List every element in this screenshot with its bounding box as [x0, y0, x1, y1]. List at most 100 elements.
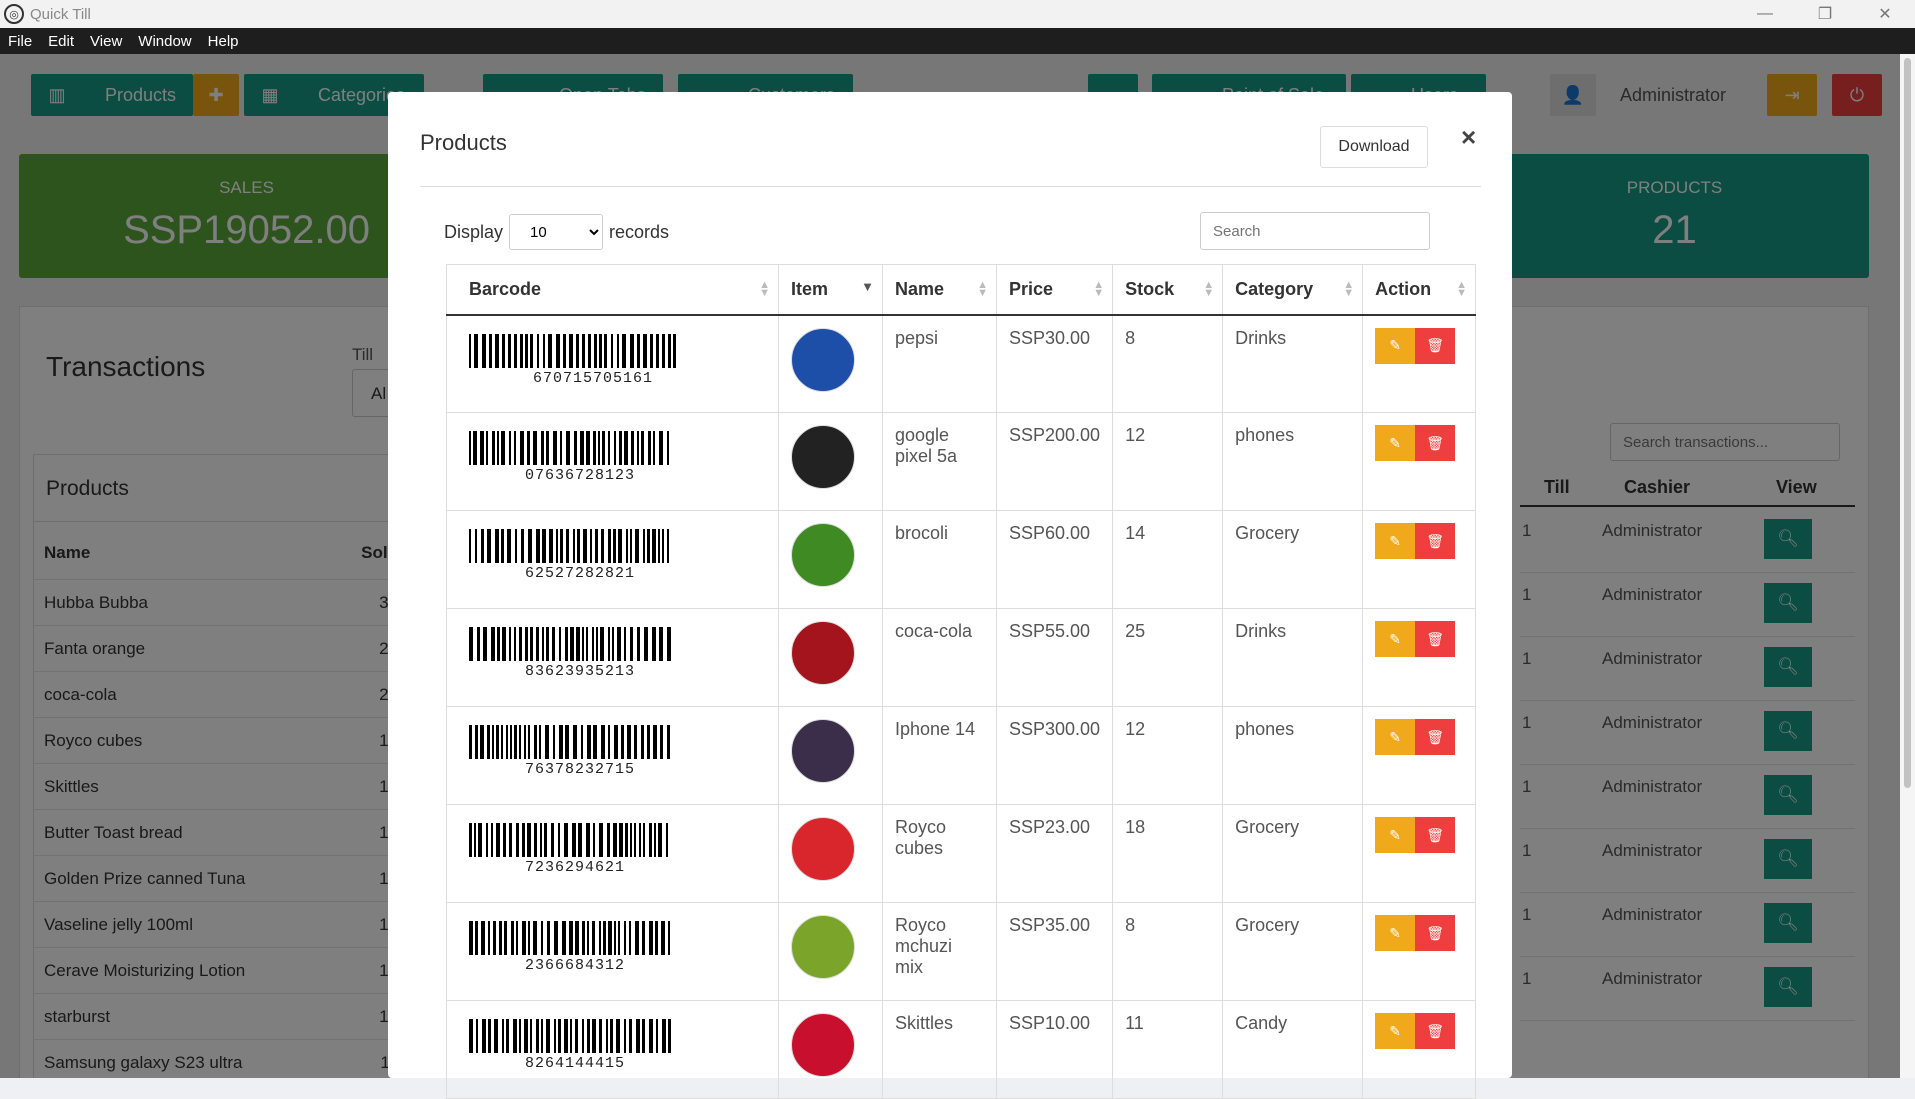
edit-button[interactable]: ✎ — [1375, 1013, 1416, 1049]
barcode-cell: 76378232715 — [446, 706, 779, 805]
table-row: 670715705161 pepsi SSP30.00 8 Drinks ✎ 🗑 — [446, 314, 1476, 413]
item-cell — [778, 314, 883, 413]
category-cell: Drinks — [1222, 314, 1364, 413]
edit-icon: ✎ — [1389, 1022, 1401, 1039]
menu-edit[interactable]: Edit — [40, 33, 82, 50]
maximize-button[interactable]: ❐ — [1795, 0, 1855, 28]
stock-cell: 11 — [1112, 1000, 1224, 1099]
trash-icon: 🗑 — [1426, 532, 1444, 549]
th-barcode[interactable]: Barcode ▲ ▼ — [446, 264, 779, 316]
records-label: records — [609, 221, 670, 242]
edit-button[interactable]: ✎ — [1375, 719, 1416, 755]
edit-button[interactable]: ✎ — [1375, 915, 1416, 951]
name-cell: pepsi — [882, 314, 997, 413]
delete-button[interactable]: 🗑 — [1415, 915, 1456, 951]
delete-button[interactable]: 🗑 — [1415, 1013, 1456, 1049]
menu-view[interactable]: View — [82, 33, 130, 50]
barcode-number: 2366684312 — [525, 957, 626, 974]
delete-button[interactable]: 🗑 — [1415, 523, 1456, 559]
item-cell — [778, 804, 883, 903]
barcode-cell: 62527282821 — [446, 510, 779, 609]
barcode-image — [469, 333, 756, 368]
search-input[interactable] — [1200, 212, 1430, 250]
delete-button[interactable]: 🗑 — [1415, 327, 1456, 364]
table-row: 2366684312 Royco mchuzi mix SSP35.00 8 G… — [446, 902, 1476, 1001]
th-price[interactable]: Price ▲ ▼ — [995, 264, 1114, 316]
products-modal: Products Download × Display 10 records B… — [388, 92, 1512, 1099]
th-category[interactable]: Category ▲ ▼ — [1222, 264, 1364, 316]
th-stock[interactable]: Stock ▲ ▼ — [1112, 264, 1224, 316]
window-scrollbar[interactable] — [1900, 54, 1915, 1078]
menu-window[interactable]: Window — [130, 33, 199, 50]
edit-button[interactable]: ✎ — [1375, 817, 1416, 853]
title-bar: ◎ Quick Till — ❐ ✕ — [0, 0, 1915, 28]
stock-cell: 12 — [1112, 706, 1224, 805]
delete-button[interactable]: 🗑 — [1415, 621, 1456, 657]
modal-divider — [420, 186, 1481, 187]
menu-file[interactable]: File — [0, 33, 40, 50]
display-records: Display 10 records — [444, 214, 669, 250]
product-image — [791, 719, 855, 783]
close-icon[interactable]: × — [1461, 122, 1476, 153]
edit-button[interactable]: ✎ — [1375, 425, 1416, 461]
product-image — [791, 621, 855, 685]
download-button[interactable]: Download — [1320, 126, 1428, 168]
barcode-image — [469, 823, 756, 857]
delete-button[interactable]: 🗑 — [1415, 719, 1456, 755]
delete-button[interactable]: 🗑 — [1415, 425, 1456, 461]
name-cell: Skittles — [882, 1000, 997, 1099]
product-image — [791, 327, 855, 392]
price-cell: SSP10.00 — [995, 1000, 1114, 1099]
barcode-number: 62527282821 — [525, 565, 636, 582]
trash-icon: 🗑 — [1426, 630, 1444, 647]
scrollbar-thumb[interactable] — [1904, 58, 1911, 788]
edit-button[interactable]: ✎ — [1375, 327, 1416, 364]
barcode-cell: 8264144415 — [446, 1000, 779, 1099]
price-cell: SSP300.00 — [995, 706, 1114, 805]
delete-button[interactable]: 🗑 — [1415, 817, 1456, 853]
trash-icon: 🗑 — [1426, 728, 1444, 745]
edit-icon: ✎ — [1389, 924, 1401, 941]
menu-help[interactable]: Help — [200, 33, 247, 50]
action-cell: ✎ 🗑 — [1362, 412, 1476, 511]
category-cell: Drinks — [1222, 608, 1364, 707]
minimize-button[interactable]: — — [1735, 0, 1795, 28]
price-cell: SSP200.00 — [995, 412, 1114, 511]
edit-button[interactable]: ✎ — [1375, 621, 1416, 657]
table-row: 7236294621 Royco cubes SSP23.00 18 Groce… — [446, 804, 1476, 903]
window-title: Quick Till — [30, 5, 91, 23]
app-logo-icon: ◎ — [4, 4, 24, 24]
stock-cell: 25 — [1112, 608, 1224, 707]
th-name[interactable]: Name ▲ ▼ — [882, 264, 997, 316]
barcode-cell: 670715705161 — [446, 314, 779, 413]
name-cell: coca-cola — [882, 608, 997, 707]
edit-icon: ✎ — [1389, 728, 1401, 745]
th-action[interactable]: Action ▲ ▼ — [1362, 264, 1476, 316]
name-cell: google pixel 5a — [882, 412, 997, 511]
barcode-cell: 83623935213 — [446, 608, 779, 707]
action-cell: ✎ 🗑 — [1362, 314, 1476, 413]
edit-icon: ✎ — [1389, 630, 1401, 647]
barcode-cell: 2366684312 — [446, 902, 779, 1001]
price-cell: SSP23.00 — [995, 804, 1114, 903]
category-cell: phones — [1222, 706, 1364, 805]
trash-icon: 🗑 — [1426, 924, 1444, 941]
action-cell: ✎ 🗑 — [1362, 1000, 1476, 1099]
modal-title: Products — [420, 130, 507, 155]
barcode-cell: 07636728123 — [446, 412, 779, 511]
stock-cell: 12 — [1112, 412, 1224, 511]
barcode-number: 83623935213 — [525, 663, 636, 680]
barcode-image — [469, 627, 756, 661]
action-cell: ✎ 🗑 — [1362, 510, 1476, 609]
barcode-image — [469, 725, 756, 759]
edit-button[interactable]: ✎ — [1375, 523, 1416, 559]
price-cell: SSP35.00 — [995, 902, 1114, 1001]
barcode-number: 670715705161 — [533, 369, 654, 387]
table-row: 8264144415 Skittles SSP10.00 11 Candy ✎ … — [446, 1000, 1476, 1099]
barcode-image — [469, 1019, 756, 1053]
records-per-page-select[interactable]: 10 — [509, 214, 604, 250]
th-item[interactable]: Item ▼ — [778, 264, 883, 316]
close-window-button[interactable]: ✕ — [1855, 0, 1915, 28]
item-cell — [778, 1000, 883, 1099]
product-image — [791, 523, 855, 587]
